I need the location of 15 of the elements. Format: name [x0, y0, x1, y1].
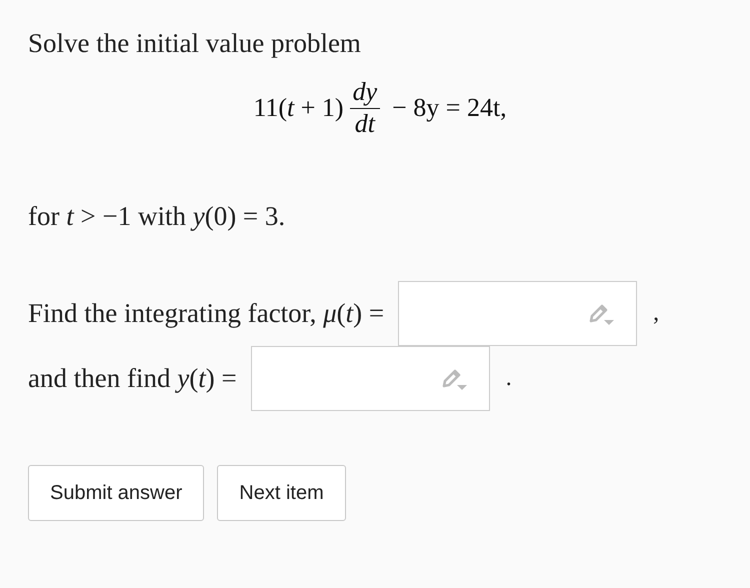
problem-statement: Solve the initial value problem	[28, 27, 362, 60]
question-prompt: Find the integrating factor, μ(t) =	[28, 298, 384, 329]
punctuation: .	[506, 365, 512, 392]
derivative-fraction: dy dt	[350, 76, 380, 139]
submit-button[interactable]: Submit answer	[28, 465, 204, 521]
next-button[interactable]: Next item	[217, 465, 346, 521]
equation-right: − 8y = 24t,	[392, 92, 507, 122]
pencil-dropdown-icon[interactable]	[440, 369, 469, 391]
question-prompt: and then find y(t) =	[28, 363, 237, 394]
pencil-dropdown-icon[interactable]	[588, 304, 616, 326]
punctuation: ,	[653, 300, 660, 327]
answer-field[interactable]	[250, 346, 490, 411]
equation-left: 11(t + 1)	[253, 92, 344, 122]
answer-field[interactable]	[398, 281, 638, 346]
initial-condition: for t > −1 with y(0) = 3.	[28, 200, 286, 233]
